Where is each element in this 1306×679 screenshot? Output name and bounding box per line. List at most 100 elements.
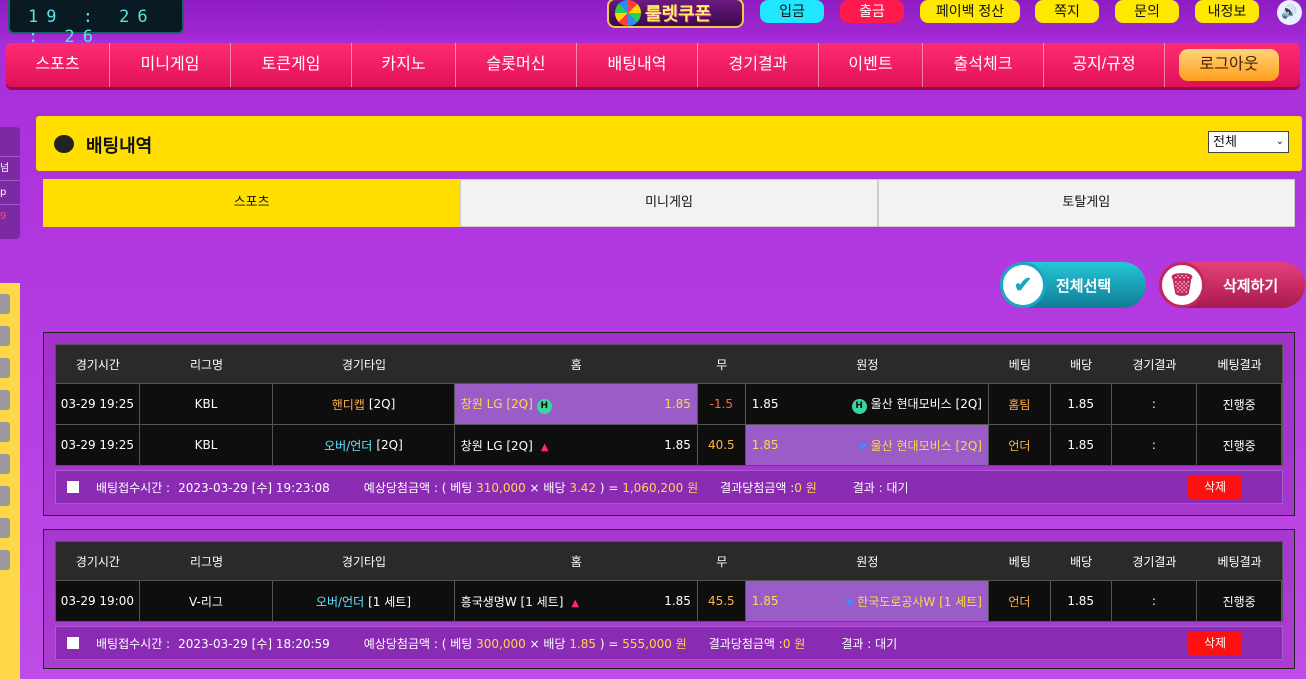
column-header: 경기결과 bbox=[1132, 554, 1177, 569]
sidebar-spacer bbox=[0, 127, 20, 157]
bet-select-checkbox[interactable] bbox=[67, 637, 79, 649]
nav-item-0[interactable]: 스포츠 bbox=[6, 43, 110, 87]
won-label: 결과당첨금액 : bbox=[708, 636, 783, 651]
roulette-coupon-logo[interactable]: 룰렛쿠폰 bbox=[607, 0, 744, 28]
chevron-down-icon: ⌄ bbox=[1275, 136, 1284, 147]
draw-value: 45.5 bbox=[698, 581, 746, 621]
delete-bet-button[interactable]: 삭제 bbox=[1188, 631, 1242, 655]
expected-label: 예상당첨금액 : ( 베팅 bbox=[363, 636, 477, 651]
sidebar-tab-handle[interactable] bbox=[0, 326, 10, 346]
game-type-sub: [1 세트] bbox=[368, 594, 412, 609]
game-result: : bbox=[1112, 581, 1198, 621]
digital-clock: 19 : 26 : 26 bbox=[8, 0, 184, 47]
column-header: 홈 bbox=[570, 554, 582, 569]
game-result: : bbox=[1112, 384, 1198, 424]
home-odds: 1.85 bbox=[664, 594, 691, 608]
game-result: : bbox=[1112, 425, 1198, 465]
nav-item-9[interactable]: 공지/규정 bbox=[1044, 43, 1165, 87]
sidebar-tab-handle[interactable] bbox=[0, 390, 10, 410]
column-header: 경기시간 bbox=[75, 554, 120, 569]
bet-time-label: 배팅접수시간 : bbox=[96, 480, 171, 495]
handicap-h-badge: H bbox=[851, 398, 867, 414]
bet-status: 진행중 bbox=[1197, 384, 1283, 424]
home-team: 창원 LG [2Q] H bbox=[461, 395, 556, 414]
column-header: 원정 bbox=[856, 554, 879, 569]
won-amount: 0 원 bbox=[782, 636, 806, 651]
draw-line: 45.5 bbox=[707, 594, 735, 608]
home-team-pick[interactable]: 창원 LG [2Q] H 1.85 bbox=[454, 384, 698, 424]
away-team-pick: 1.85 H 울산 현대모비스 [2Q] bbox=[746, 384, 989, 424]
sidebar-tab-handle[interactable] bbox=[0, 358, 10, 378]
sidebar-tab-handle[interactable] bbox=[0, 294, 10, 314]
column-header: 경기시간 bbox=[75, 357, 120, 372]
sidebar-tab-handle[interactable] bbox=[0, 454, 10, 474]
speaker-icon[interactable]: 🔊 bbox=[1277, 0, 1302, 25]
away-odds: 1.85 bbox=[751, 594, 779, 608]
bet-pick-label: 언더 bbox=[1008, 594, 1031, 609]
column-header: 베팅 bbox=[1008, 357, 1031, 372]
filter-select[interactable]: 전체 ⌄ bbox=[1208, 131, 1289, 153]
select-all-button[interactable]: ✔ 전체선택 bbox=[1000, 262, 1146, 308]
away-team-name: 한국도로공사W [1 세트] bbox=[857, 594, 982, 609]
top-button-2[interactable]: 페이백 정산 bbox=[920, 0, 1020, 23]
sidebar-tab-handle[interactable] bbox=[0, 518, 10, 538]
bet-pick: 언더 bbox=[989, 425, 1051, 465]
under-down-arrow-icon: ▼ bbox=[858, 441, 867, 453]
game-type-main: 오버/언더 bbox=[315, 594, 365, 609]
bet-odds: 1.85 bbox=[1051, 425, 1112, 465]
top-button-0[interactable]: 입금 bbox=[760, 0, 824, 23]
nav-item-4[interactable]: 슬롯머신 bbox=[456, 43, 577, 87]
sidebar-snippet: 9 bbox=[0, 211, 7, 222]
top-button-5[interactable]: 내정보 bbox=[1195, 0, 1259, 23]
nav-item-1[interactable]: 미니게임 bbox=[110, 43, 231, 87]
column-header: 무 bbox=[716, 554, 728, 569]
delete-bet-button[interactable]: 삭제 bbox=[1188, 475, 1242, 499]
draw-value: -1.5 bbox=[698, 384, 746, 424]
bet-slip-2: 경기시간 리그명 경기타입 홈 무 원정 베팅 배당 경기결과 베팅결과 03-29 19:00 V-… bbox=[43, 529, 1295, 669]
bet-pick-label: 홈팀 bbox=[1008, 397, 1031, 412]
nav-item-2[interactable]: 토큰게임 bbox=[231, 43, 352, 87]
sidebar-tab-handle[interactable] bbox=[0, 422, 10, 442]
home-team-name: 창원 LG [2Q] bbox=[460, 438, 533, 453]
table-row: 03-29 19:25 KBL 핸디캡 [2Q] 창원 LG [2Q] H 1.85 -1.5… bbox=[56, 383, 1283, 424]
column-header: 배당 bbox=[1070, 357, 1093, 372]
home-team: 흥국생명W [1 세트] ▲ bbox=[461, 593, 579, 610]
game-time: 03-29 19:00 bbox=[56, 581, 140, 621]
table-header: 경기시간 리그명 경기타입 홈 무 원정 베팅 배당 경기결과 베팅결과 bbox=[56, 542, 1282, 580]
handicap-h-badge: H bbox=[536, 398, 552, 414]
nav-item-8[interactable]: 출석체크 bbox=[923, 43, 1044, 87]
nav-item-5[interactable]: 배팅내역 bbox=[577, 43, 698, 87]
sidebar-tab-handle[interactable] bbox=[0, 550, 10, 570]
bet-summary-bar: 배팅접수시간 : 2023-03-29 [수] 18:20:59 예상당첨금액 : … bbox=[55, 626, 1283, 660]
tab-total-game[interactable]: 토탈게임 bbox=[877, 179, 1295, 227]
nav-item-3[interactable]: 카지노 bbox=[352, 43, 456, 87]
home-team-name: 창원 LG [2Q] bbox=[460, 396, 533, 411]
bet-summary-bar: 배팅접수시간 : 2023-03-29 [수] 19:23:08 예상당첨금액 : … bbox=[55, 470, 1283, 504]
game-type-sub: [2Q] bbox=[368, 397, 396, 411]
away-team: H 울산 현대모비스 [2Q] bbox=[848, 395, 982, 414]
delete-all-button[interactable]: 🗑 삭제하기 bbox=[1159, 262, 1305, 308]
top-button-4[interactable]: 문의 bbox=[1115, 0, 1179, 23]
sidebar-tab-handle[interactable] bbox=[0, 486, 10, 506]
game-type-main: 오버/언더 bbox=[324, 438, 373, 453]
top-button-3[interactable]: 쪽지 bbox=[1035, 0, 1099, 23]
table-row: 03-29 19:25 KBL 오버/언더 [2Q] 창원 LG [2Q] ▲ 1.85 40… bbox=[56, 424, 1283, 465]
draw-value: 40.5 bbox=[698, 425, 746, 465]
page-title-bar: 배팅내역 bbox=[36, 116, 1302, 171]
game-time: 03-29 19:25 bbox=[56, 425, 140, 465]
chat-bubble-icon bbox=[54, 135, 74, 153]
top-button-1[interactable]: 출금 bbox=[840, 0, 904, 23]
payout-amount: 555,000 원 bbox=[622, 636, 687, 651]
league-name: KBL bbox=[140, 425, 274, 465]
nav-item-7[interactable]: 이벤트 bbox=[819, 43, 923, 87]
bet-select-checkbox[interactable] bbox=[67, 481, 79, 493]
tab-sports[interactable]: 스포츠 bbox=[43, 179, 461, 227]
multiply-label: × 배당 bbox=[525, 636, 570, 651]
expected-payout: 예상당첨금액 : ( 베팅 310,000 × 배당 3.42 ) = 1,06… bbox=[364, 479, 698, 496]
game-type: 오버/언더 [1 세트] bbox=[273, 581, 455, 621]
tab-minigame[interactable]: 미니게임 bbox=[460, 179, 878, 227]
logout-button[interactable]: 로그아웃 bbox=[1179, 49, 1279, 81]
nav-item-6[interactable]: 경기결과 bbox=[698, 43, 819, 87]
draw-line: -1.5 bbox=[709, 397, 734, 411]
expected-payout: 예상당첨금액 : ( 베팅 300,000 × 배당 1.85 ) = 555,… bbox=[364, 635, 687, 652]
